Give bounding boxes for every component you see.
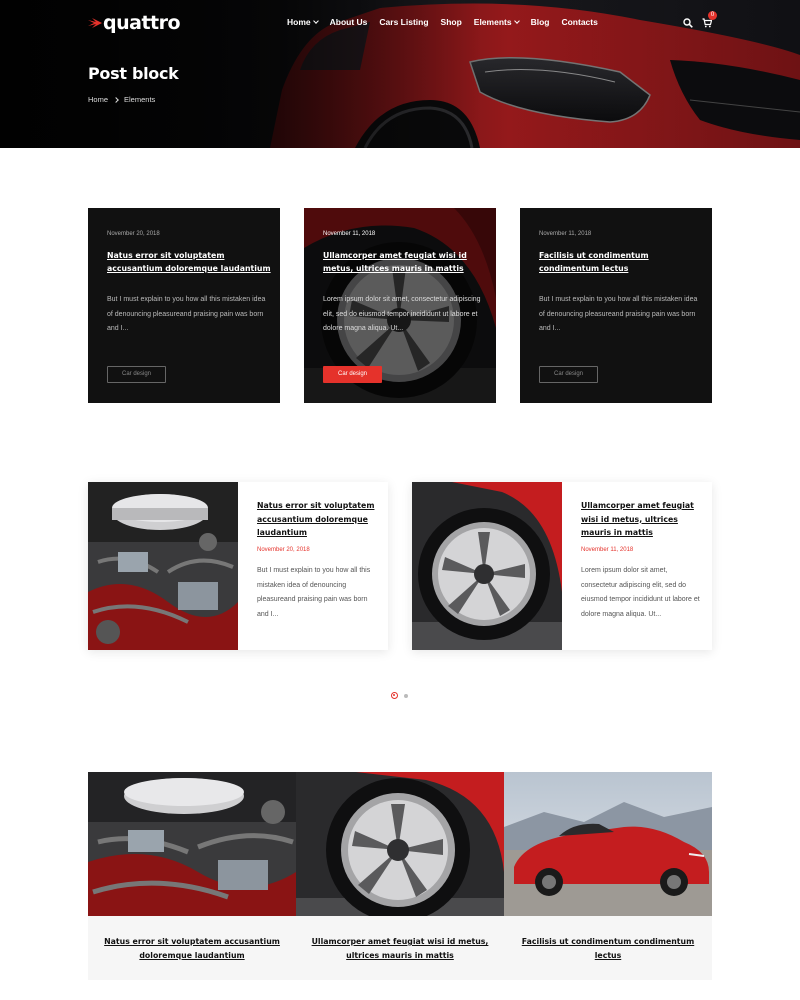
breadcrumb-current: Elements <box>124 95 156 104</box>
post-excerpt: But I must explain to you how all this m… <box>539 296 698 332</box>
post-date: November 20, 2018 <box>107 231 160 237</box>
page-title: Post block <box>88 64 179 83</box>
category-button[interactable]: Car design <box>539 366 598 383</box>
nav-label: Home <box>287 17 311 27</box>
nav-label: Contacts <box>561 17 598 27</box>
flame-icon <box>88 18 102 28</box>
wheel-image[interactable] <box>296 772 504 916</box>
header-actions: 0 <box>683 11 717 28</box>
post-title-link[interactable]: Ullamcorper amet feugiat wisi id metus, … <box>581 499 701 540</box>
chevron-down-icon <box>513 18 520 24</box>
engine-image[interactable] <box>88 772 296 916</box>
post-card-vertical[interactable]: Ullamcorper amet feugiat wisi id metus, … <box>296 772 504 980</box>
nav-item-home[interactable]: Home <box>287 17 319 27</box>
category-button[interactable]: Car design <box>323 366 382 383</box>
nav-item-about[interactable]: About Us <box>330 17 368 27</box>
nav-label: About Us <box>329 17 368 27</box>
wheel-image[interactable] <box>412 482 562 650</box>
breadcrumb-home[interactable]: Home <box>88 95 108 104</box>
nav-item-elements[interactable]: Elements <box>473 17 520 27</box>
post-excerpt: Lorem ipsum dolor sit amet, consectetur … <box>581 567 700 618</box>
hero-banner: quattro Home About Us Cars Listing Shop … <box>0 0 800 148</box>
engine-image[interactable] <box>88 482 238 650</box>
post-title-link[interactable]: Natus error sit voluptatem accusantium d… <box>107 249 277 275</box>
main-nav: Home About Us Cars Listing Shop Elements… <box>287 17 598 27</box>
category-button[interactable]: Car design <box>107 366 166 383</box>
cart-icon[interactable]: 0 <box>702 11 717 28</box>
post-date: November 11, 2018 <box>539 231 592 237</box>
nav-item-cars-listing[interactable]: Cars Listing <box>379 17 428 27</box>
post-card-horizontal[interactable]: Ullamcorper amet feugiat wisi id metus, … <box>412 482 712 650</box>
logo[interactable]: quattro <box>88 12 181 34</box>
post-date: November 11, 2018 <box>581 547 634 553</box>
red-convertible-image[interactable] <box>504 772 712 916</box>
post-card-dark-hover[interactable]: November 11, 2018 Ullamcorper amet feugi… <box>304 208 496 403</box>
cart-count-badge: 0 <box>708 11 717 20</box>
post-title-link[interactable]: Natus error sit voluptatem accusantium d… <box>257 499 377 540</box>
post-card-dark[interactable]: November 20, 2018 Natus error sit volupt… <box>88 208 280 403</box>
chevron-right-icon <box>113 96 119 103</box>
post-excerpt: But I must explain to you how all this m… <box>257 567 371 618</box>
post-title-link[interactable]: Ullamcorper amet feugiat wisi id metus, … <box>323 249 493 275</box>
nav-item-blog[interactable]: Blog <box>531 17 550 27</box>
slider-dot-2[interactable] <box>404 693 408 698</box>
search-icon[interactable] <box>683 15 693 28</box>
nav-label: Blog <box>530 17 550 27</box>
post-card-dark[interactable]: November 11, 2018 Facilisis ut condiment… <box>520 208 712 403</box>
logo-text: quattro <box>103 12 181 34</box>
slider-dot-1[interactable] <box>391 692 398 699</box>
nav-item-contacts[interactable]: Contacts <box>561 17 597 27</box>
post-title-link[interactable]: Ullamcorper amet feugiat wisi id metus, … <box>308 935 492 962</box>
nav-label: Shop <box>440 17 462 27</box>
post-card-vertical[interactable]: Facilisis ut condimentum condimentum lec… <box>504 772 712 980</box>
post-card-horizontal[interactable]: Natus error sit voluptatem accusantium d… <box>88 482 388 650</box>
post-title-link[interactable]: Natus error sit voluptatem accusantium d… <box>100 935 284 962</box>
post-date: November 20, 2018 <box>257 547 310 553</box>
post-excerpt: But I must explain to you how all this m… <box>107 296 266 332</box>
nav-label: Elements <box>473 17 512 27</box>
post-excerpt: Lorem ipsum dolor sit amet, consectetur … <box>323 296 481 332</box>
post-date: November 11, 2018 <box>323 231 376 237</box>
nav-label: Cars Listing <box>379 17 429 27</box>
post-title-link[interactable]: Facilisis ut condimentum condimentum lec… <box>539 249 709 275</box>
nav-item-shop[interactable]: Shop <box>441 17 462 27</box>
slider-pagination <box>391 692 408 699</box>
chevron-down-icon <box>312 18 319 24</box>
post-card-vertical[interactable]: Natus error sit voluptatem accusantium d… <box>88 772 296 980</box>
post-title-link[interactable]: Facilisis ut condimentum condimentum lec… <box>516 935 700 962</box>
breadcrumb: Home Elements <box>88 95 155 104</box>
